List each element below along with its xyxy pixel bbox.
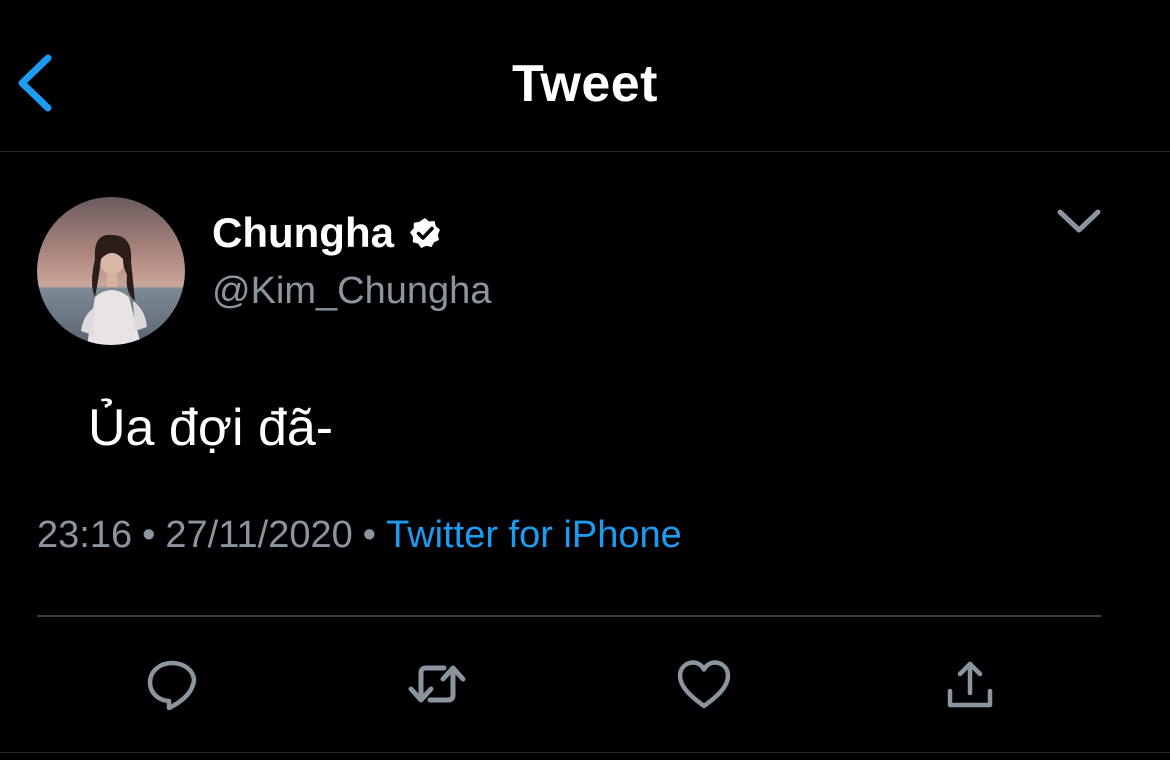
retweet-icon [408,665,466,703]
avatar[interactable] [37,197,185,345]
top-bar: Tweet [0,0,1170,152]
display-name[interactable]: Chungha [212,209,394,257]
tweet-time: 23:16 [37,514,133,556]
tweet-text: Ủa đợi đã- [88,399,334,457]
tweet-date: 27/11/2020 [165,514,353,556]
retweet-button[interactable] [405,652,469,716]
tweet-metadata: 23:16 • 27/11/2020 • Twitter for iPhone [37,514,682,557]
tweet-source-link[interactable]: Twitter for iPhone [386,514,682,556]
author-handle[interactable]: @Kim_Chungha [212,270,491,313]
divider [37,615,1101,617]
share-icon [947,661,993,708]
meta-separator: • [362,514,377,556]
chevron-down-icon [1057,209,1101,233]
page-title: Tweet [511,55,658,113]
reply-icon [147,660,197,711]
meta-separator: • [142,514,156,556]
like-button[interactable] [672,652,736,716]
share-button[interactable] [938,652,1002,716]
author-name-row: Chungha [212,206,442,260]
reply-button[interactable] [140,652,204,716]
tweet-options-button[interactable] [1054,200,1104,244]
verified-badge-icon [409,218,440,248]
profile-photo [37,197,185,345]
heart-icon [677,660,731,709]
bottom-divider [0,752,1170,753]
